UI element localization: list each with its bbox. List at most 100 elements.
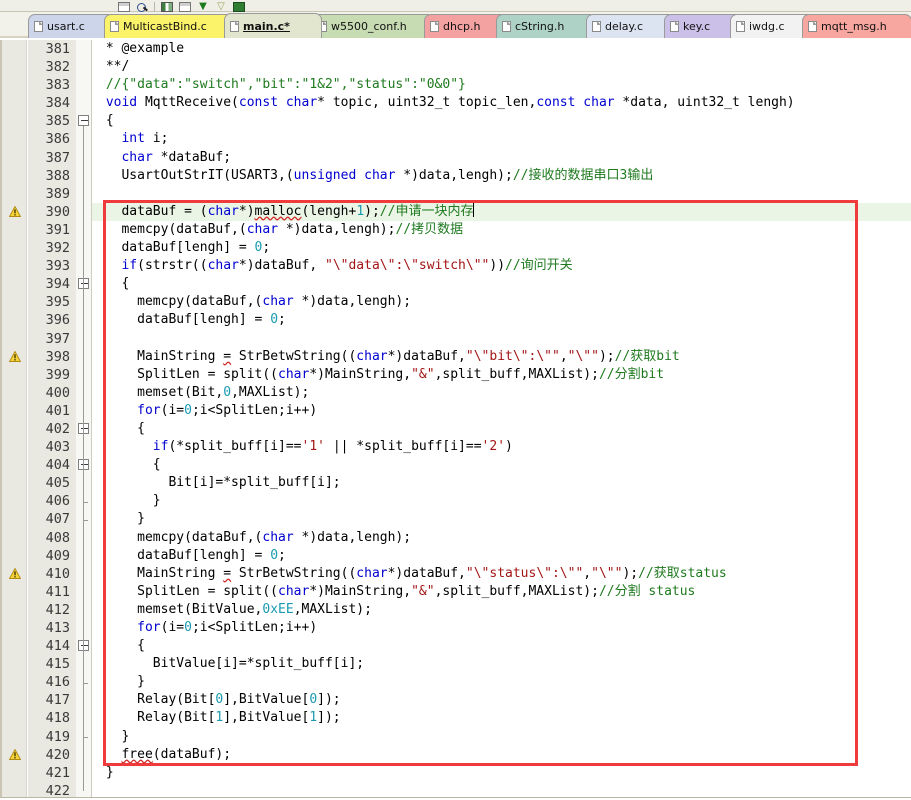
code-line[interactable]: BitValue[i]=*split_buff[i]; [92, 655, 911, 673]
warning-icon[interactable] [9, 567, 21, 579]
code-line[interactable]: } [92, 728, 911, 746]
code-line[interactable]: for(i=0;i<SplitLen;i++) [92, 402, 911, 420]
code-line[interactable] [92, 185, 911, 203]
line-number: 412 [45, 601, 70, 618]
code-line[interactable]: dataBuf = (char*)malloc(lengh+1);//申请一块内… [92, 202, 911, 221]
code-line[interactable] [92, 782, 911, 797]
editor-tab-bar: usart.c MulticastBind.c main.c* w5500_conf.… [0, 12, 911, 38]
code-line[interactable]: { [92, 275, 911, 293]
fold-region-line [83, 470, 84, 502]
editor-tab-label: delay.c [605, 20, 644, 33]
line-number: 397 [45, 330, 70, 347]
code-line[interactable]: UsartOutStrIT(USART3,(unsigned char *)da… [92, 167, 911, 185]
warning-icon[interactable] [9, 748, 21, 760]
code-line[interactable]: memcpy(dataBuf,(char *)data,lengh);//拷贝数… [92, 221, 911, 239]
code-line[interactable]: free(dataBuf); [92, 746, 911, 764]
line-number: 407 [45, 511, 70, 528]
bookmark-gutter[interactable] [2, 40, 27, 797]
fold-toggle-icon[interactable] [78, 115, 89, 127]
code-line[interactable]: SplitLen = split((char*)MainString,"&",s… [92, 583, 911, 601]
code-line[interactable]: { [92, 456, 911, 474]
line-number: 396 [45, 312, 70, 329]
line-number: 404 [45, 457, 70, 474]
warning-icon[interactable] [9, 205, 21, 217]
fold-up-icon[interactable]: ▽ [215, 2, 227, 12]
line-number: 390 [45, 203, 70, 220]
code-line[interactable]: **/ [92, 58, 911, 76]
line-number: 402 [45, 420, 70, 437]
editor-tab-w5500-conf-h[interactable]: w5500_conf.h [312, 14, 434, 38]
line-number: 418 [45, 710, 70, 727]
code-line[interactable]: * @example [92, 40, 911, 58]
fold-region-end-tick [83, 519, 88, 521]
code-line[interactable]: } [92, 764, 911, 782]
code-line[interactable]: { [92, 112, 911, 130]
line-number: 414 [45, 638, 70, 655]
code-line[interactable]: for(i=0;i<SplitLen;i++) [92, 619, 911, 637]
editor-tab-mqtt-msg-h[interactable]: mqtt_msg.h [802, 14, 911, 38]
editor-tab-main-c-[interactable]: main.c* [224, 13, 322, 38]
file-document-icon [502, 21, 511, 32]
warning-icon[interactable] [9, 350, 21, 362]
line-number: 393 [45, 258, 70, 275]
code-line[interactable]: char *dataBuf; [92, 149, 911, 167]
code-line[interactable]: //{"data":"switch","bit":"1&2","status":… [92, 76, 911, 94]
editor-tab-label: usart.c [47, 20, 85, 33]
rows-icon[interactable] [179, 2, 191, 12]
code-line[interactable]: dataBuf[lengh] = 0; [92, 239, 911, 257]
code-line[interactable]: memcpy(dataBuf,(char *)data,lengh); [92, 529, 911, 547]
toolbar-icon-group: ▼ ▽ [118, 0, 245, 12]
code-text-area[interactable]: * @example **/ //{"data":"switch","bit":… [92, 40, 911, 797]
code-line[interactable]: memset(BitValue,0xEE,MAXList); [92, 601, 911, 619]
line-number: 409 [45, 547, 70, 564]
line-number: 394 [45, 276, 70, 293]
code-line[interactable]: } [92, 510, 911, 528]
line-number: 383 [45, 77, 70, 94]
line-number: 415 [45, 656, 70, 673]
columns-icon[interactable] [161, 2, 173, 12]
line-number: 382 [45, 59, 70, 76]
code-line[interactable]: } [92, 673, 911, 691]
binoculars-icon[interactable] [136, 2, 148, 12]
code-line[interactable]: dataBuf[lengh] = 0; [92, 547, 911, 565]
editor-tab-cstring-h[interactable]: cString.h [496, 14, 598, 38]
editor-tab-multicastbind-c[interactable]: MulticastBind.c [104, 14, 242, 38]
editor-tab-delay-c[interactable]: delay.c [586, 14, 676, 38]
code-line[interactable]: { [92, 637, 911, 655]
line-number: 385 [45, 113, 70, 130]
code-line[interactable]: dataBuf[lengh] = 0; [92, 311, 911, 329]
map-icon[interactable] [233, 2, 245, 12]
code-line[interactable]: Relay(Bit[1],BitValue[1]); [92, 709, 911, 727]
line-number: 387 [45, 149, 70, 166]
line-number: 406 [45, 493, 70, 510]
find-icon[interactable] [118, 2, 130, 12]
code-line[interactable]: MainString = StrBetwString((char*)dataBu… [92, 565, 911, 583]
code-line[interactable]: MainString = StrBetwString((char*)dataBu… [92, 348, 911, 366]
file-document-icon [110, 21, 119, 32]
code-line[interactable]: { [92, 420, 911, 438]
fold-region-end-tick [83, 682, 88, 684]
code-line[interactable]: SplitLen = split((char*)MainString,"&",s… [92, 366, 911, 384]
code-line[interactable]: Bit[i]=*split_buff[i]; [92, 474, 911, 492]
line-number: 392 [45, 240, 70, 257]
line-number: 411 [45, 583, 70, 600]
fold-down-icon[interactable]: ▼ [197, 2, 209, 12]
code-line[interactable]: if(*split_buff[i]=='1' || *split_buff[i]… [92, 438, 911, 456]
code-line[interactable]: } [92, 492, 911, 510]
line-number: 399 [45, 366, 70, 383]
code-fold-gutter[interactable] [76, 40, 92, 797]
line-number: 403 [45, 439, 70, 456]
code-line[interactable]: if(strstr((char*)dataBuf, "\"data\":\"sw… [92, 257, 911, 275]
line-number: 386 [45, 131, 70, 148]
code-line[interactable] [92, 330, 911, 348]
code-line[interactable]: int i; [92, 130, 911, 148]
code-line[interactable]: Relay(Bit[0],BitValue[0]); [92, 691, 911, 709]
fold-region-end-tick [83, 501, 88, 503]
toolbar-strip: ▼ ▽ [0, 0, 911, 12]
line-number: 422 [45, 782, 70, 799]
code-line[interactable]: memset(Bit,0,MAXList); [92, 384, 911, 402]
code-line[interactable]: memcpy(dataBuf,(char *)data,lengh); [92, 293, 911, 311]
line-number: 413 [45, 620, 70, 636]
code-line[interactable]: void MqttReceive(const char* topic, uint… [92, 94, 911, 112]
editor-tab-label: main.c* [243, 19, 290, 33]
